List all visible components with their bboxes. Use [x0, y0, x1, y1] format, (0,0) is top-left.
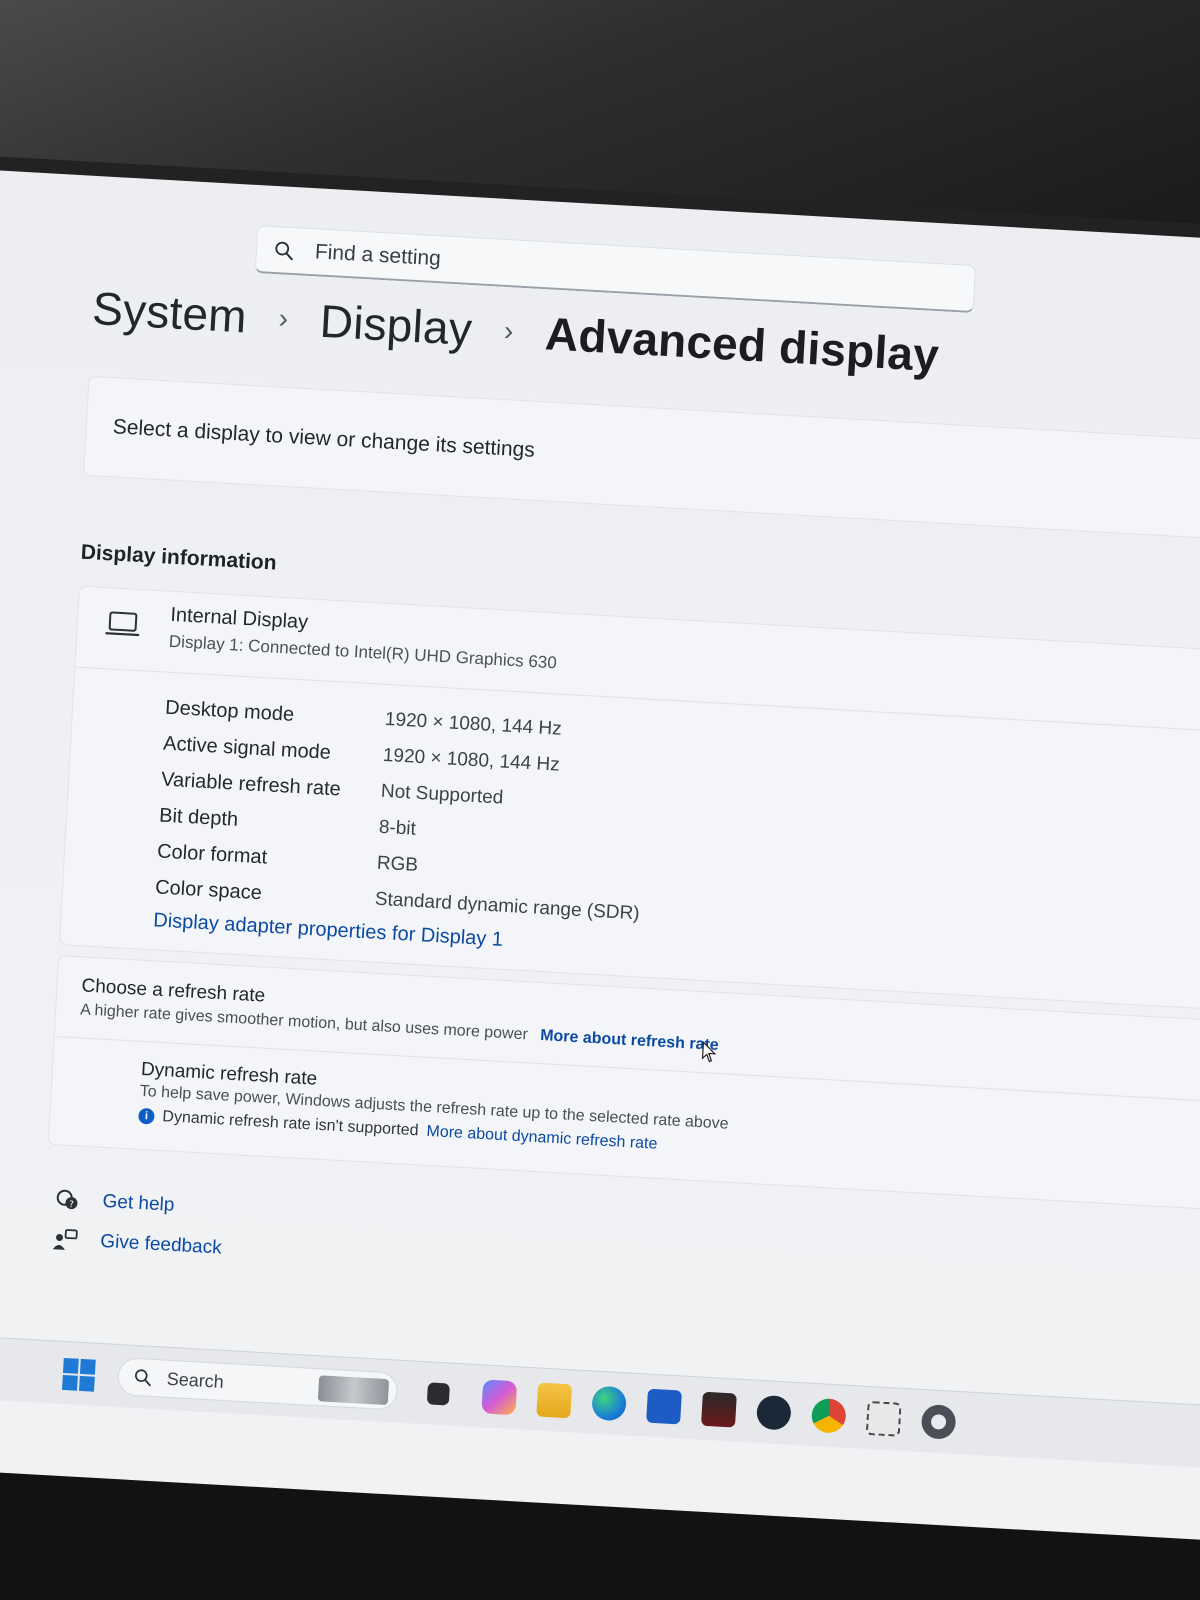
property-value: 1920 × 1080, 144 Hz — [382, 744, 561, 776]
svg-text:?: ? — [69, 1200, 75, 1210]
breadcrumb-display[interactable]: Display — [319, 294, 474, 356]
edge-icon[interactable] — [591, 1385, 628, 1422]
start-icon[interactable] — [62, 1357, 96, 1392]
chevron-right-icon: › — [503, 314, 515, 347]
snipping-tool-icon[interactable] — [865, 1400, 902, 1437]
display-subtitle: Display 1: Connected to Intel(R) UHD Gra… — [168, 631, 558, 673]
file-explorer-icon[interactable] — [536, 1382, 573, 1419]
property-value: Standard dynamic range (SDR) — [374, 888, 641, 925]
give-feedback-link[interactable]: Give feedback — [52, 1227, 223, 1260]
laptop-icon — [105, 611, 140, 637]
property-value: 8-bit — [378, 816, 417, 840]
taskbar: Search — [0, 1333, 1200, 1470]
settings-icon[interactable] — [920, 1403, 957, 1440]
property-value: 1920 × 1080, 144 Hz — [384, 708, 563, 740]
page-title: Advanced display — [543, 307, 941, 382]
search-icon — [275, 241, 293, 260]
section-title-display-information: Display information — [80, 540, 278, 575]
chrome-icon[interactable] — [810, 1397, 847, 1434]
steam-icon[interactable] — [755, 1394, 792, 1431]
info-icon: i — [137, 1107, 155, 1125]
give-feedback-label: Give feedback — [99, 1230, 223, 1259]
more-about-refresh-rate-link[interactable]: More about refresh rate — [540, 1027, 719, 1054]
select-display-label: Select a display to view or change its s… — [112, 415, 536, 462]
search-placeholder: Find a setting — [314, 239, 442, 270]
search-icon — [135, 1369, 151, 1387]
chevron-right-icon: › — [277, 302, 289, 334]
settings-window: Find a setting System › Display › Advanc… — [0, 170, 1200, 1542]
mouse-cursor-icon — [701, 1041, 717, 1063]
property-label: Color format — [156, 839, 268, 869]
taskbar-search[interactable]: Search — [116, 1357, 399, 1411]
get-help-link[interactable]: ? Get help — [54, 1187, 175, 1218]
display-information-card: Internal Display Display 1: Connected to… — [58, 585, 1200, 1013]
breadcrumb-system[interactable]: System — [91, 281, 248, 344]
property-label: Bit depth — [158, 803, 239, 831]
property-label: Desktop mode — [164, 696, 295, 726]
refresh-rate-description-text: A higher rate gives smoother motion, but… — [79, 1001, 529, 1044]
select-display-card[interactable]: Select a display to view or change its s… — [83, 375, 1200, 543]
property-label: Active signal mode — [162, 732, 332, 764]
property-label: Color space — [154, 875, 263, 904]
game-app-icon[interactable] — [701, 1391, 737, 1428]
refresh-rate-description: A higher rate gives smoother motion, but… — [80, 1001, 719, 1055]
feedback-icon — [52, 1229, 78, 1250]
get-help-label: Get help — [102, 1190, 175, 1216]
store-icon[interactable] — [646, 1388, 682, 1425]
display-name: Internal Display — [169, 603, 309, 634]
taskbar-search-label: Search — [166, 1368, 225, 1392]
display-properties: Desktop mode 1920 × 1080, 144 Hz Active … — [154, 690, 650, 933]
search-highlight-image — [317, 1375, 390, 1406]
copilot-icon[interactable] — [481, 1379, 518, 1416]
property-label: Variable refresh rate — [160, 768, 342, 801]
help-chat-icon: ? — [56, 1189, 78, 1210]
property-value: RGB — [376, 852, 419, 876]
task-view-icon[interactable] — [426, 1382, 450, 1406]
property-value: Not Supported — [380, 780, 504, 809]
